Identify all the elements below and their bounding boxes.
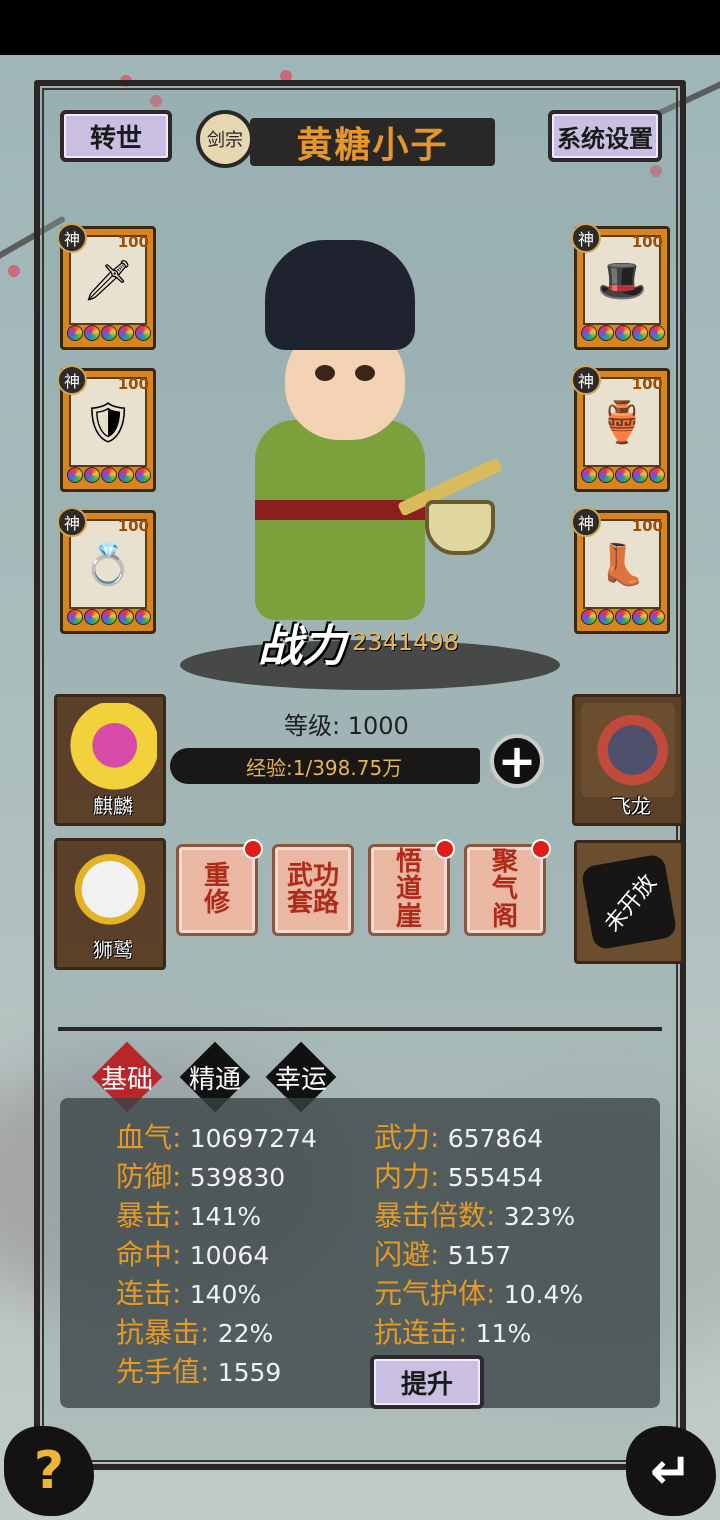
equip-slot-boots[interactable]: 👢 神 100 <box>571 507 670 634</box>
stat-defense: 防御: 539830 <box>116 1160 286 1193</box>
equip-slot-gourd[interactable]: 🏺 神 100 <box>571 365 670 492</box>
grade-badge: 神 <box>57 365 87 395</box>
grade-badge: 神 <box>571 507 601 537</box>
status-bar <box>0 0 720 55</box>
upgrade-button[interactable]: 提升 <box>370 1355 484 1409</box>
stat-combo-resist: 抗连击: 11% <box>374 1316 532 1349</box>
skill-label: 聚气阁 <box>491 847 518 932</box>
locked-label: 未开放 <box>600 870 662 937</box>
stat-crit-resist: 抗暴击: 22% <box>116 1316 274 1349</box>
qilin-portrait <box>63 703 157 797</box>
grade-badge: 神 <box>57 223 87 253</box>
sect-label: 剑宗 <box>207 130 243 151</box>
equip-level: 100 <box>631 517 663 535</box>
player-name: 黄糖小子 <box>296 125 449 166</box>
stat-inner-power: 内力: 555454 <box>374 1160 544 1193</box>
gem-row <box>67 467 151 485</box>
alert-dot <box>435 839 455 859</box>
locked-slot: 未开放 <box>574 840 684 964</box>
stat-vitality-shield: 元气护体: 10.4% <box>374 1277 584 1310</box>
question-icon: ? <box>33 1441 65 1501</box>
equip-slot-hat[interactable]: 🎩 神 100 <box>571 223 670 350</box>
gem-row <box>581 467 665 485</box>
pet-qilin-name: 麒麟 <box>93 794 133 818</box>
combat-power: 战力 2341498 <box>258 610 459 674</box>
alert-dot <box>243 839 263 859</box>
rebirth-label: 转世 <box>89 123 142 154</box>
settings-label: 系统设置 <box>557 124 653 153</box>
equip-slot-armor[interactable]: 🛡 神 100 <box>57 365 156 492</box>
pet-dragon-name: 飞龙 <box>611 794 651 818</box>
gem-row <box>581 325 665 343</box>
tab-basic-label: 基础 <box>100 1064 153 1095</box>
stat-dodge: 闪避: 5157 <box>374 1238 512 1271</box>
combat-power-label: 战力 <box>258 621 346 672</box>
alert-dot <box>531 839 551 859</box>
stat-initiative: 先手值: 1559 <box>116 1355 282 1388</box>
grade-badge: 神 <box>571 223 601 253</box>
grade-badge: 神 <box>57 507 87 537</box>
equip-level: 100 <box>631 375 663 393</box>
skill-label: 悟道崖 <box>395 847 422 932</box>
stat-hp: 血气: 10697274 <box>116 1121 317 1154</box>
dragon-portrait <box>581 703 675 797</box>
griffin-portrait <box>63 847 157 941</box>
gem-row <box>67 609 151 627</box>
lock-heart-icon: 未开放 <box>580 853 678 951</box>
tab-mastery-label: 精通 <box>188 1064 241 1095</box>
equip-level: 100 <box>117 375 149 393</box>
stat-force: 武力: 657864 <box>374 1121 544 1154</box>
gem-row <box>67 325 151 343</box>
equip-slot-weapon[interactable]: 🗡 神 100 <box>57 223 156 350</box>
skill-label: 重修 <box>203 860 230 918</box>
add-exp-button[interactable]: + <box>490 734 544 788</box>
pet-griffin[interactable]: 狮鹫 <box>54 838 166 970</box>
upgrade-label: 提升 <box>400 1369 453 1400</box>
level-text: 等级: 1000 <box>284 712 409 740</box>
exp-text: 经验:1/398.75万 <box>246 755 403 780</box>
grade-badge: 神 <box>571 365 601 395</box>
plus-icon: + <box>497 734 537 788</box>
player-name-bar: 黄糖小子 <box>250 118 495 166</box>
stat-crit: 暴击: 141% <box>116 1199 262 1232</box>
skill-enlightenment-cliff[interactable]: 悟道崖 <box>368 839 455 936</box>
pet-qilin[interactable]: 麒麟 <box>54 694 166 826</box>
hero-character <box>215 220 515 640</box>
skill-label: 武功套路 <box>286 860 339 918</box>
combat-power-value: 2341498 <box>352 628 459 656</box>
exp-bar: 经验:1/398.75万 <box>170 748 480 784</box>
pet-dragon[interactable]: 飞龙 <box>572 694 684 826</box>
equip-level: 100 <box>117 517 149 535</box>
stat-crit-multiplier: 暴击倍数: 323% <box>374 1199 576 1232</box>
section-divider <box>58 1027 662 1031</box>
stat-combo: 连击: 140% <box>116 1277 262 1310</box>
equip-level: 100 <box>631 233 663 251</box>
skill-rebuild[interactable]: 重修 <box>176 839 263 936</box>
sect-badge: 剑宗 <box>196 110 254 168</box>
equip-slot-ring[interactable]: 💍 神 100 <box>57 507 156 634</box>
pet-griffin-name: 狮鹫 <box>93 938 133 962</box>
tab-luck-label: 幸运 <box>274 1064 327 1095</box>
stat-hit: 命中: 10064 <box>116 1238 270 1271</box>
skill-gather-qi-pavilion[interactable]: 聚气阁 <box>464 839 551 936</box>
rebirth-button[interactable]: 转世 <box>60 110 172 162</box>
back-arrow-icon: ↵ <box>650 1442 692 1500</box>
skill-martial-routine[interactable]: 武功套路 <box>272 844 354 936</box>
settings-button[interactable]: 系统设置 <box>548 110 662 162</box>
stats-panel: 血气: 10697274 防御: 539830 暴击: 141% 命中: 100… <box>60 1098 660 1408</box>
equip-level: 100 <box>117 233 149 251</box>
gem-row <box>581 609 665 627</box>
